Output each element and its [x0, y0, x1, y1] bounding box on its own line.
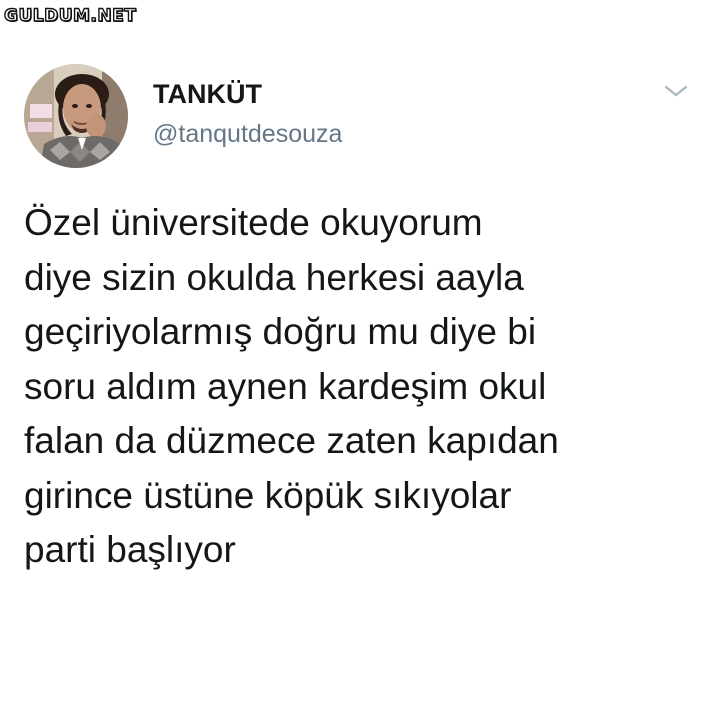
tweet-card: TANKÜT @tanqutdesouza Özel üniversitede … — [0, 0, 707, 707]
tweet-text-line: Özel üniversitede okuyorum — [24, 202, 483, 243]
tweet-text-line: soru aldım aynen kardeşim okul — [24, 365, 547, 407]
author-handle[interactable]: @tanqutdesouza — [153, 119, 342, 149]
tweet-menu-button[interactable] — [661, 80, 691, 102]
tweet-body: Özel üniversitede okuyorum diye sizin ok… — [24, 196, 694, 578]
avatar-image — [24, 64, 128, 168]
tweet-text-line: diye sizin okulda herkesi aayla — [24, 256, 524, 298]
author-display-name[interactable]: TANKÜT — [153, 78, 342, 110]
tweet-text-line: geçiriyolarmış doğru mu diye bi — [24, 311, 537, 352]
tweet-text-line: parti başlıyor — [24, 529, 236, 570]
tweet-text-line: falan da düzmece zaten kapıdan — [24, 420, 559, 461]
chevron-down-icon — [664, 85, 688, 97]
avatar[interactable] — [24, 64, 128, 168]
tweet-header: TANKÜT @tanqutdesouza — [24, 64, 691, 168]
tweet-text-line: girince üstüne köpük sıkıyolar — [24, 474, 512, 516]
author-info: TANKÜT @tanqutdesouza — [153, 78, 342, 149]
